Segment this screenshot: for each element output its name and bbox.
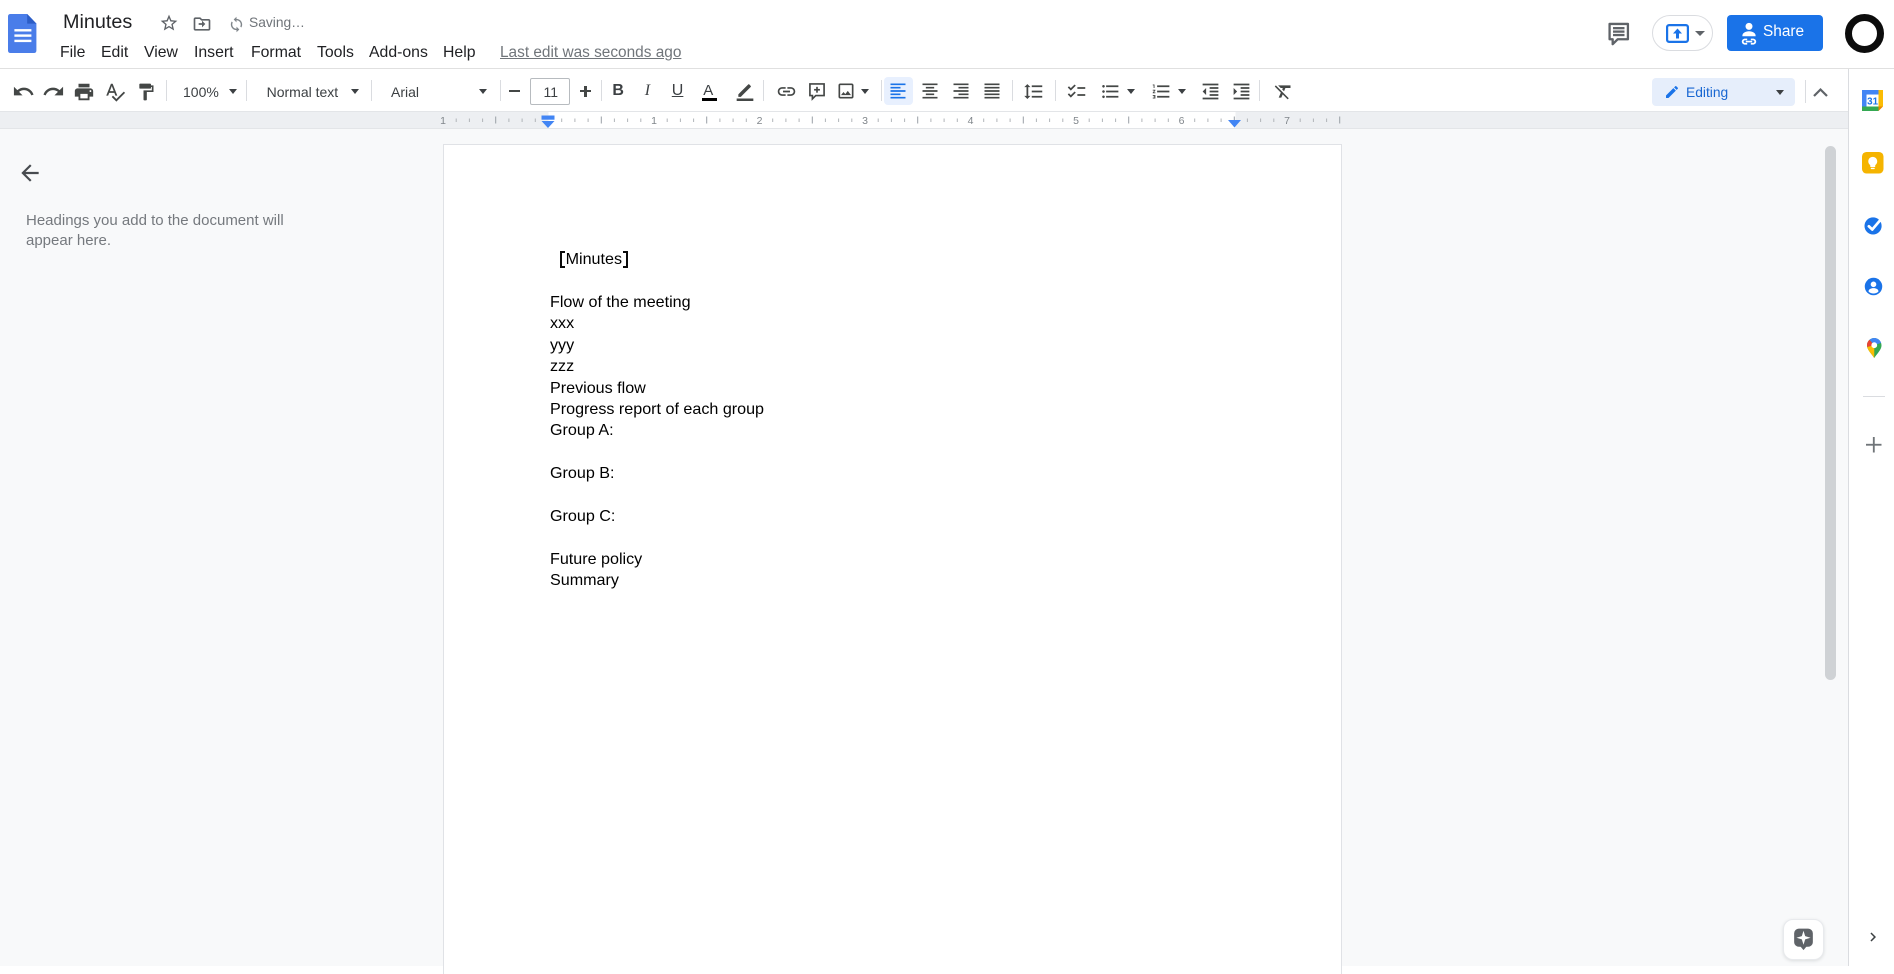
svg-text:2: 2	[757, 115, 763, 127]
svg-text:31: 31	[1867, 97, 1878, 108]
svg-text:7: 7	[1284, 115, 1290, 127]
svg-text:5: 5	[1073, 115, 1079, 127]
svg-text:3: 3	[862, 115, 868, 127]
svg-text:1: 1	[651, 115, 657, 127]
svg-text:4: 4	[968, 115, 974, 127]
svg-text:6: 6	[1179, 115, 1185, 127]
svg-text:1: 1	[440, 115, 446, 127]
